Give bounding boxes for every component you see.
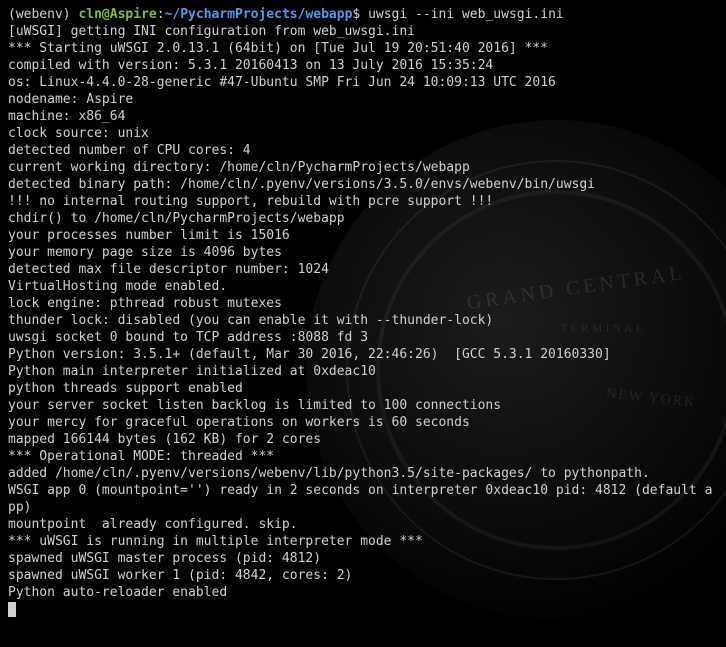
output-line: uwsgi socket 0 bound to TCP address :808… — [8, 329, 718, 346]
output-line: Python auto-reloader enabled — [8, 584, 718, 601]
prompt-user-host: cln@Aspire — [78, 7, 156, 22]
output-line: python threads support enabled — [8, 380, 718, 397]
output-line: spawned uWSGI worker 1 (pid: 4842, cores… — [8, 567, 718, 584]
command-text: uwsgi --ini web_uwsgi.ini — [368, 7, 564, 22]
output-line: spawned uWSGI master process (pid: 4812) — [8, 550, 718, 567]
output-line: WSGI app 0 (mountpoint='') ready in 2 se… — [8, 482, 718, 516]
output-line: VirtualHosting mode enabled. — [8, 278, 718, 295]
output-line: nodename: Aspire — [8, 91, 718, 108]
output-line: mountpoint already configured. skip. — [8, 516, 718, 533]
output-line: detected binary path: /home/cln/.pyenv/v… — [8, 176, 718, 193]
output-line: *** Starting uWSGI 2.0.13.1 (64bit) on [… — [8, 40, 718, 57]
output-line: chdir() to /home/cln/PycharmProjects/web… — [8, 210, 718, 227]
prompt-path: ~/PycharmProjects/webapp — [165, 7, 353, 22]
output-line: lock engine: pthread robust mutexes — [8, 295, 718, 312]
output-line: !!! no internal routing support, rebuild… — [8, 193, 718, 210]
output-line: *** Operational MODE: threaded *** — [8, 448, 718, 465]
output-line: thunder lock: disabled (you can enable i… — [8, 312, 718, 329]
output-line: compiled with version: 5.3.1 20160413 on… — [8, 57, 718, 74]
terminal-output[interactable]: (webenv) cln@Aspire:~/PycharmProjects/we… — [0, 0, 726, 624]
output-line: mapped 166144 bytes (162 KB) for 2 cores — [8, 431, 718, 448]
output-line: [uWSGI] getting INI configuration from w… — [8, 23, 718, 40]
cursor-line — [8, 601, 718, 618]
output-line: your memory page size is 4096 bytes — [8, 244, 718, 261]
prompt-colon: : — [157, 7, 165, 22]
output-line: Python main interpreter initialized at 0… — [8, 363, 718, 380]
output-line: os: Linux-4.4.0-28-generic #47-Ubuntu SM… — [8, 74, 718, 91]
prompt-env: (webenv) — [8, 7, 71, 22]
output-line: Python version: 3.5.1+ (default, Mar 30 … — [8, 346, 718, 363]
output-line: clock source: unix — [8, 125, 718, 142]
output-line: your server socket listen backlog is lim… — [8, 397, 718, 414]
output-line: current working directory: /home/cln/Pyc… — [8, 159, 718, 176]
output-line: *** uWSGI is running in multiple interpr… — [8, 533, 718, 550]
prompt-line: (webenv) cln@Aspire:~/PycharmProjects/we… — [8, 6, 718, 23]
output-line: machine: x86_64 — [8, 108, 718, 125]
terminal-cursor — [8, 602, 16, 617]
output-line: added /home/cln/.pyenv/versions/webenv/l… — [8, 465, 718, 482]
output-line: detected max file descriptor number: 102… — [8, 261, 718, 278]
output-line: your mercy for graceful operations on wo… — [8, 414, 718, 431]
output-line: detected number of CPU cores: 4 — [8, 142, 718, 159]
output-line: your processes number limit is 15016 — [8, 227, 718, 244]
prompt-dollar: $ — [352, 7, 360, 22]
